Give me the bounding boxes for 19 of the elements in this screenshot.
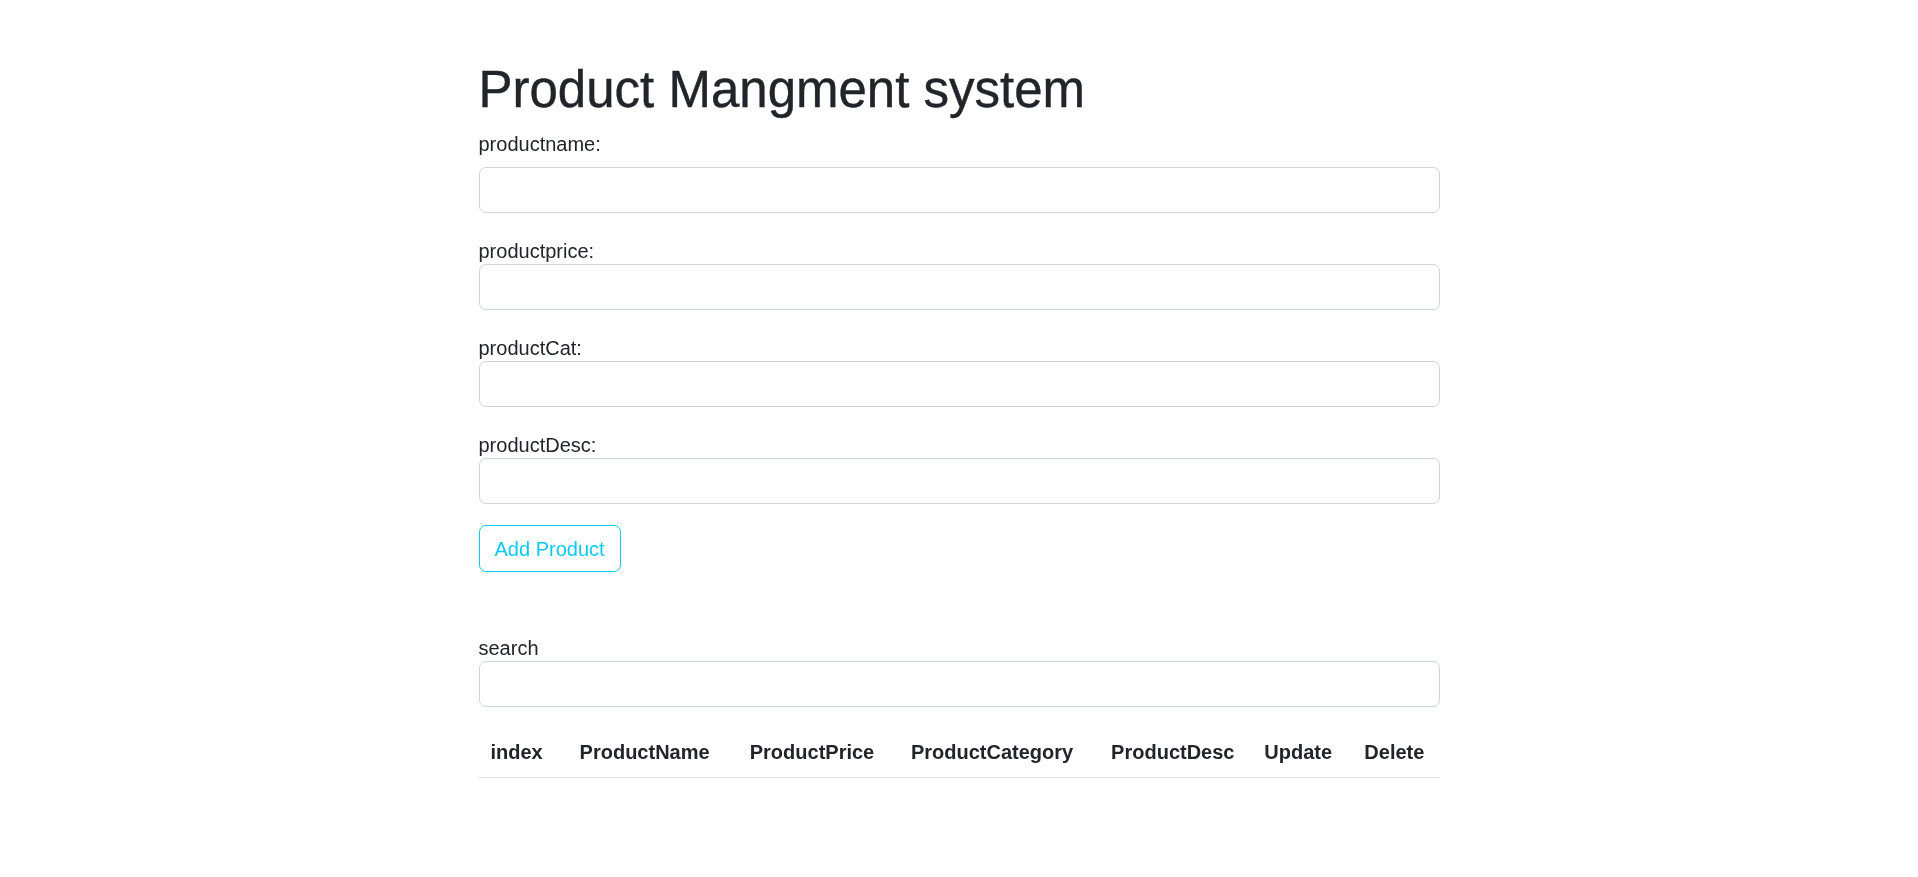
column-header: ProductPrice bbox=[737, 727, 899, 778]
column-header: ProductCategory bbox=[898, 727, 1100, 778]
add-product-button[interactable]: Add Product bbox=[478, 525, 621, 572]
column-header: Delete bbox=[1352, 727, 1440, 778]
column-header: ProductName bbox=[567, 727, 738, 778]
field-label: productCat: bbox=[478, 336, 582, 361]
column-header: ProductDesc bbox=[1099, 727, 1253, 778]
input-field[interactable] bbox=[478, 361, 1440, 407]
input-field[interactable] bbox=[478, 458, 1440, 504]
search-label: search bbox=[478, 636, 539, 661]
column-header: index bbox=[478, 727, 568, 778]
page-title: Product Mangment system bbox=[478, 60, 1087, 120]
field-label: productprice: bbox=[478, 239, 595, 264]
field-label: productDesc: bbox=[478, 433, 597, 458]
field-label: productname: bbox=[478, 132, 601, 157]
search-field[interactable] bbox=[478, 661, 1440, 707]
input-field[interactable] bbox=[478, 264, 1440, 310]
column-header: Update bbox=[1252, 727, 1353, 778]
input-field[interactable] bbox=[478, 167, 1440, 213]
